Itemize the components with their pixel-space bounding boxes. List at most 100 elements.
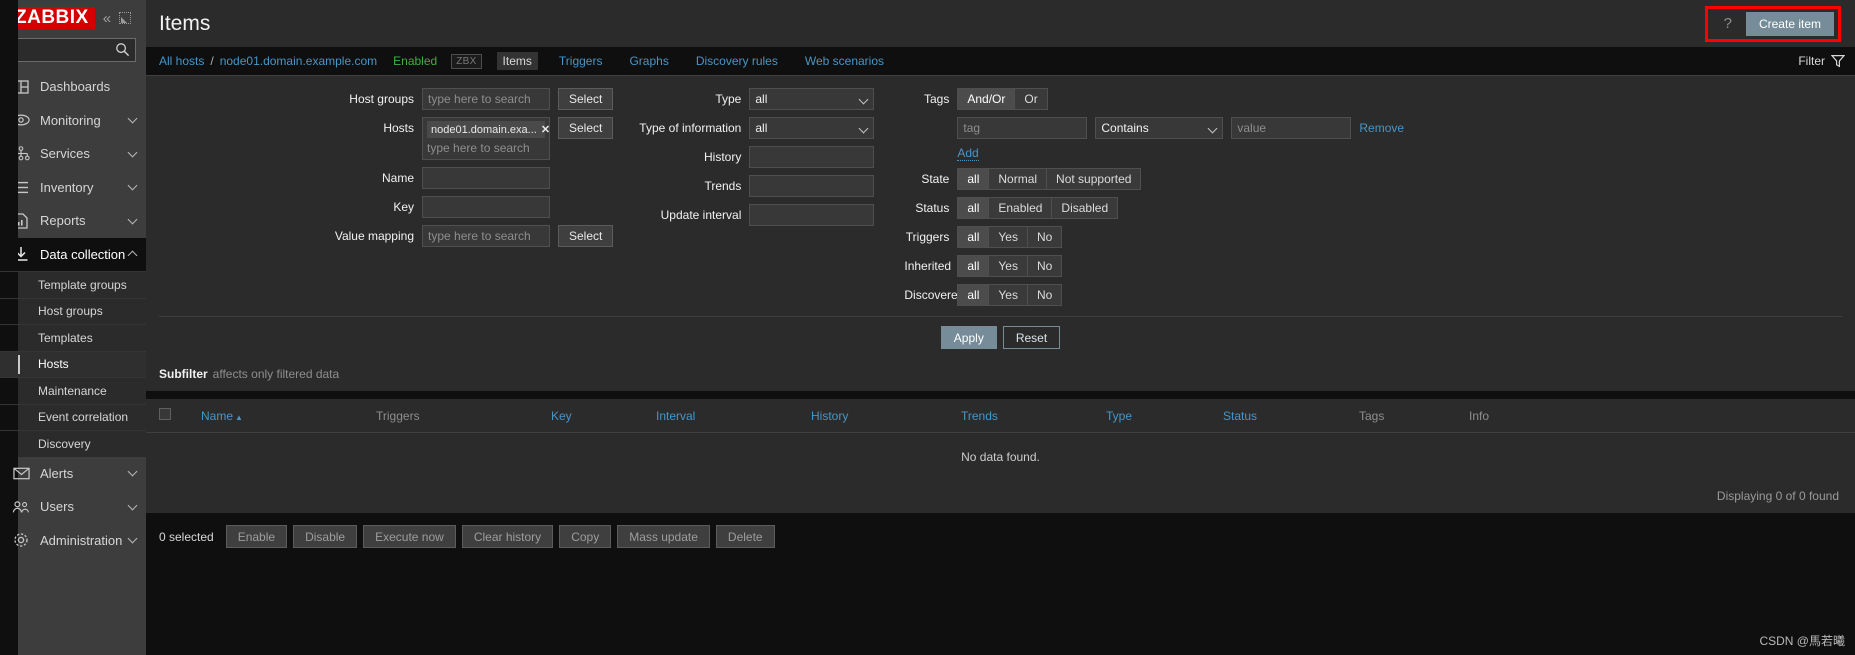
filter-toggle[interactable]: Filter — [1798, 54, 1845, 68]
apply-button[interactable]: Apply — [940, 326, 997, 349]
name-input[interactable] — [422, 167, 550, 189]
trends-input[interactable] — [749, 175, 875, 197]
breadcrumb-all-hosts[interactable]: All hosts — [159, 54, 204, 68]
sidebar-item-services[interactable]: Services — [0, 137, 146, 171]
filter-panel: Host groups Select Hosts node01.domain.e… — [146, 75, 1855, 359]
update-interval-input[interactable] — [749, 204, 875, 226]
chevron-down-icon — [127, 147, 138, 158]
collapse-panel-icon[interactable] — [119, 12, 132, 24]
tab-graphs[interactable]: Graphs — [623, 52, 674, 70]
status-option-disabled[interactable]: Disabled — [1052, 197, 1119, 219]
sidebar-subitem-host-groups[interactable]: Host groups — [0, 297, 146, 325]
filter-row-state: State all Normal Not supported — [904, 168, 1404, 190]
inherited-option-no[interactable]: No — [1027, 255, 1063, 277]
reset-button[interactable]: Reset — [1002, 326, 1061, 349]
sidebar-item-alerts[interactable]: Alerts — [0, 457, 146, 491]
subfilter-note: affects only filtered data — [212, 367, 340, 381]
col-trends[interactable]: Trends — [961, 399, 1106, 433]
topbar: Items ? Create item — [146, 0, 1855, 47]
sidebar-subitem-templates[interactable]: Templates — [0, 324, 146, 351]
host-groups-select-button[interactable]: Select — [558, 88, 614, 110]
execute-now-button[interactable]: Execute now — [363, 525, 456, 548]
col-type[interactable]: Type — [1106, 399, 1223, 433]
sidebar-subitem-label: Templates — [38, 330, 93, 345]
inherited-option-yes[interactable]: Yes — [989, 255, 1028, 277]
filter-column-2: Type all Type of information all History… — [613, 88, 875, 306]
state-option-all[interactable]: all — [957, 168, 990, 190]
sidebar-item-reports[interactable]: Reports — [0, 204, 146, 238]
sidebar-subitem-hosts[interactable]: Hosts — [0, 350, 146, 377]
inherited-option-all[interactable]: all — [957, 255, 990, 277]
value-mapping-input[interactable] — [422, 225, 550, 247]
discovered-option-no[interactable]: No — [1027, 284, 1063, 306]
question-mark-icon[interactable]: ? — [1712, 15, 1744, 32]
delete-button[interactable]: Delete — [715, 525, 775, 548]
discovered-option-yes[interactable]: Yes — [989, 284, 1028, 306]
type-select[interactable]: all — [749, 88, 875, 110]
value-mapping-select-button[interactable]: Select — [558, 225, 614, 247]
disable-button[interactable]: Disable — [293, 525, 358, 548]
selected-count: 0 selected — [159, 529, 214, 544]
host-groups-input[interactable] — [422, 88, 550, 110]
close-icon[interactable]: ✕ — [541, 123, 550, 136]
tags-operator-and-or[interactable]: And/Or — [957, 88, 1016, 110]
status-option-all[interactable]: all — [957, 197, 990, 219]
tab-web-scenarios[interactable]: Web scenarios — [799, 52, 890, 70]
type-of-information-select[interactable]: all — [749, 117, 875, 139]
status-option-enabled[interactable]: Enabled — [989, 197, 1053, 219]
tab-items[interactable]: Items — [496, 52, 538, 70]
hosts-select-button[interactable]: Select — [558, 117, 614, 139]
sidebar-item-label: Users — [40, 499, 74, 515]
state-option-normal[interactable]: Normal — [989, 168, 1048, 190]
sidebar-subitem-event-correlation[interactable]: Event correlation — [0, 403, 146, 431]
col-status[interactable]: Status — [1223, 399, 1359, 433]
watermark: CSDN @馬若曦 — [1759, 634, 1845, 648]
tag-add-link[interactable]: Add — [957, 146, 979, 161]
search-box[interactable] — [10, 38, 136, 62]
sidebar-subitem-template-groups[interactable]: Template groups — [0, 271, 146, 298]
triggers-option-yes[interactable]: Yes — [989, 226, 1028, 248]
create-item-button[interactable]: Create item — [1745, 11, 1834, 36]
breadcrumb-host[interactable]: node01.domain.example.com — [220, 54, 377, 68]
sidebar-item-users[interactable]: Users — [0, 490, 146, 524]
table-header-row: Name ▲ Triggers Key Interval History Tren… — [146, 399, 1855, 433]
copy-button[interactable]: Copy — [559, 525, 612, 548]
col-interval[interactable]: Interval — [656, 399, 811, 433]
tag-value-input[interactable] — [1231, 117, 1352, 139]
tab-triggers[interactable]: Triggers — [553, 52, 609, 70]
key-input[interactable] — [422, 196, 550, 218]
tag-name-input[interactable] — [957, 117, 1088, 139]
sidebar-item-dashboards[interactable]: Dashboards — [0, 70, 146, 104]
clear-history-button[interactable]: Clear history — [461, 525, 554, 548]
host-status-badge: Enabled — [393, 54, 438, 68]
hosts-multiselect[interactable]: node01.domain.exa... ✕ type here to sear… — [422, 117, 550, 160]
filter-row-type-of-information: Type of information all — [633, 117, 875, 139]
tag-remove-link[interactable]: Remove — [1359, 121, 1404, 135]
discovered-option-all[interactable]: all — [957, 284, 990, 306]
breadcrumb-separator: / — [210, 54, 214, 68]
chevron-double-left-icon[interactable]: « — [103, 11, 111, 26]
triggers-option-all[interactable]: all — [957, 226, 990, 248]
filter-row-hosts: Hosts node01.domain.exa... ✕ type here t… — [159, 117, 614, 160]
col-history[interactable]: History — [811, 399, 961, 433]
sidebar-item-monitoring[interactable]: Monitoring — [0, 104, 146, 138]
sidebar-item-administration[interactable]: Administration — [0, 524, 146, 558]
tag-condition-select[interactable]: Contains — [1095, 117, 1224, 139]
tab-discovery-rules[interactable]: Discovery rules — [690, 52, 784, 70]
col-name[interactable]: Name ▲ — [201, 399, 376, 433]
sidebar-item-data-collection[interactable]: Data collection — [0, 237, 146, 271]
tags-operator-or[interactable]: Or — [1015, 88, 1048, 110]
history-input[interactable] — [749, 146, 875, 168]
sidebar-item-inventory[interactable]: Inventory — [0, 171, 146, 205]
sidebar-subitem-maintenance[interactable]: Maintenance — [0, 377, 146, 404]
filter-row-tags: Tags And/Or Or — [904, 88, 1404, 110]
triggers-option-no[interactable]: No — [1027, 226, 1063, 248]
state-option-not-supported[interactable]: Not supported — [1047, 168, 1142, 190]
select-all-checkbox[interactable] — [159, 408, 171, 420]
sidebar-subitem-discovery[interactable]: Discovery — [0, 430, 146, 457]
hosts-selected-chip[interactable]: node01.domain.exa... ✕ — [427, 121, 550, 138]
mass-update-button[interactable]: Mass update — [617, 525, 710, 548]
filter-row-host-groups: Host groups Select — [159, 88, 614, 110]
col-key[interactable]: Key — [551, 399, 656, 433]
enable-button[interactable]: Enable — [225, 525, 288, 548]
